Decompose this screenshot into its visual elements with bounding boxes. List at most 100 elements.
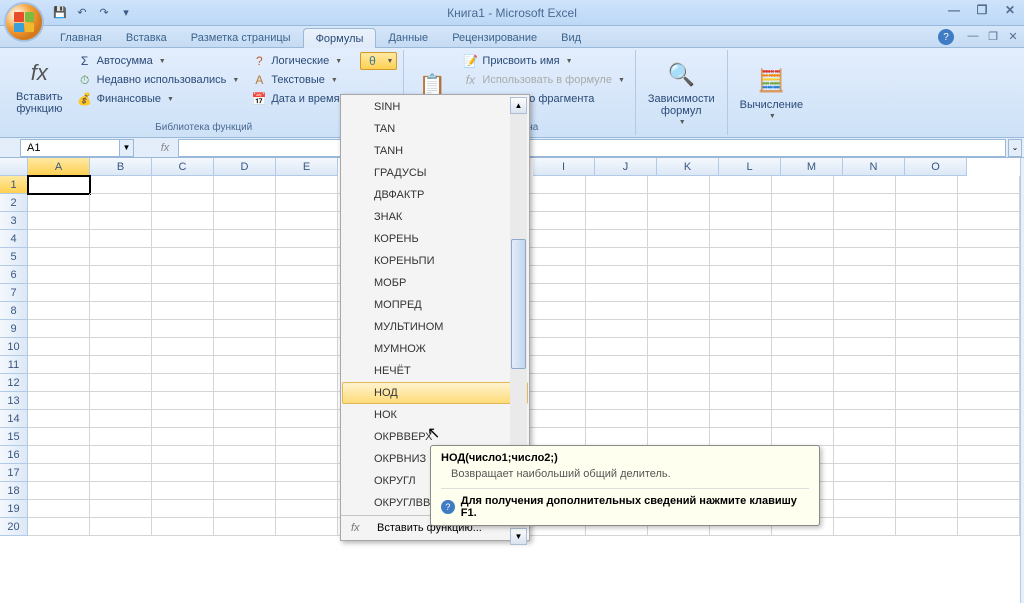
cell[interactable]: [524, 392, 586, 410]
cell[interactable]: [648, 176, 710, 194]
vertical-scrollbar[interactable]: [1020, 158, 1024, 603]
row-header[interactable]: 17: [0, 464, 28, 482]
function-menu-item[interactable]: TAN: [342, 118, 528, 140]
doc-close-button[interactable]: ✕: [1006, 29, 1020, 43]
cell[interactable]: [524, 302, 586, 320]
cell[interactable]: [834, 320, 896, 338]
cell[interactable]: [648, 266, 710, 284]
cell[interactable]: [152, 212, 214, 230]
cell[interactable]: [896, 194, 958, 212]
function-menu-item[interactable]: МУЛЬТИНОМ: [342, 316, 528, 338]
cell[interactable]: [90, 392, 152, 410]
cell[interactable]: [896, 212, 958, 230]
cell[interactable]: [772, 284, 834, 302]
cell[interactable]: [214, 356, 276, 374]
cell[interactable]: [28, 320, 90, 338]
cell[interactable]: [834, 374, 896, 392]
restore-button[interactable]: ❐: [972, 2, 992, 18]
cell[interactable]: [586, 356, 648, 374]
row-header[interactable]: 18: [0, 482, 28, 500]
cell[interactable]: [28, 212, 90, 230]
cell[interactable]: [90, 230, 152, 248]
cell[interactable]: [586, 194, 648, 212]
cell[interactable]: [276, 212, 338, 230]
cell[interactable]: [958, 482, 1020, 500]
cell[interactable]: [772, 392, 834, 410]
cell[interactable]: [152, 464, 214, 482]
row-header[interactable]: 8: [0, 302, 28, 320]
cell[interactable]: [834, 500, 896, 518]
cell[interactable]: [710, 176, 772, 194]
cell[interactable]: [958, 230, 1020, 248]
define-name-button[interactable]: 📝Присвоить имя▼: [458, 52, 628, 70]
row-header[interactable]: 13: [0, 392, 28, 410]
cell[interactable]: [152, 356, 214, 374]
cell[interactable]: [648, 302, 710, 320]
cell[interactable]: [896, 500, 958, 518]
cell[interactable]: [152, 446, 214, 464]
column-header[interactable]: C: [152, 158, 214, 176]
cell[interactable]: [586, 428, 648, 446]
cell[interactable]: [710, 266, 772, 284]
cell[interactable]: [772, 230, 834, 248]
cell[interactable]: [586, 392, 648, 410]
row-header[interactable]: 14: [0, 410, 28, 428]
cell[interactable]: [958, 266, 1020, 284]
cell[interactable]: [28, 374, 90, 392]
cell[interactable]: [772, 410, 834, 428]
cell[interactable]: [152, 392, 214, 410]
cell[interactable]: [710, 374, 772, 392]
cell[interactable]: [152, 302, 214, 320]
cell[interactable]: [958, 338, 1020, 356]
cell[interactable]: [648, 230, 710, 248]
close-button[interactable]: ✕: [1000, 2, 1020, 18]
column-header[interactable]: O: [905, 158, 967, 176]
cell[interactable]: [524, 266, 586, 284]
cell[interactable]: [710, 428, 772, 446]
function-menu-item[interactable]: КОРЕНЬПИ: [342, 250, 528, 272]
cell[interactable]: [152, 284, 214, 302]
save-button[interactable]: 💾: [50, 3, 70, 23]
cell[interactable]: [896, 356, 958, 374]
cell[interactable]: [648, 284, 710, 302]
cell[interactable]: [710, 410, 772, 428]
cell[interactable]: [896, 302, 958, 320]
cell[interactable]: [958, 356, 1020, 374]
cell[interactable]: [28, 176, 90, 194]
cell[interactable]: [276, 284, 338, 302]
cell[interactable]: [586, 212, 648, 230]
minimize-button[interactable]: ―: [944, 2, 964, 18]
cell[interactable]: [214, 392, 276, 410]
cell[interactable]: [958, 284, 1020, 302]
cell[interactable]: [958, 248, 1020, 266]
cell[interactable]: [276, 338, 338, 356]
cell[interactable]: [214, 482, 276, 500]
cell[interactable]: [214, 410, 276, 428]
cell[interactable]: [834, 464, 896, 482]
cell[interactable]: [152, 428, 214, 446]
help-button[interactable]: ?: [938, 29, 954, 45]
cell[interactable]: [90, 248, 152, 266]
cell[interactable]: [834, 230, 896, 248]
function-menu-item[interactable]: НОК: [342, 404, 528, 426]
cell[interactable]: [28, 482, 90, 500]
cell[interactable]: [276, 356, 338, 374]
cell[interactable]: [710, 392, 772, 410]
cell[interactable]: [276, 194, 338, 212]
cell[interactable]: [524, 230, 586, 248]
cell[interactable]: [772, 374, 834, 392]
cell[interactable]: [214, 428, 276, 446]
financial-button[interactable]: 💰Финансовые▼: [73, 90, 244, 108]
cell[interactable]: [710, 320, 772, 338]
cell[interactable]: [710, 302, 772, 320]
cell[interactable]: [772, 266, 834, 284]
cell[interactable]: [834, 356, 896, 374]
cell[interactable]: [834, 392, 896, 410]
cell[interactable]: [214, 212, 276, 230]
name-box[interactable]: A1: [20, 139, 120, 157]
scroll-up-button[interactable]: ▲: [510, 97, 527, 114]
cell[interactable]: [958, 500, 1020, 518]
cell[interactable]: [524, 176, 586, 194]
cell[interactable]: [896, 338, 958, 356]
column-header[interactable]: D: [214, 158, 276, 176]
